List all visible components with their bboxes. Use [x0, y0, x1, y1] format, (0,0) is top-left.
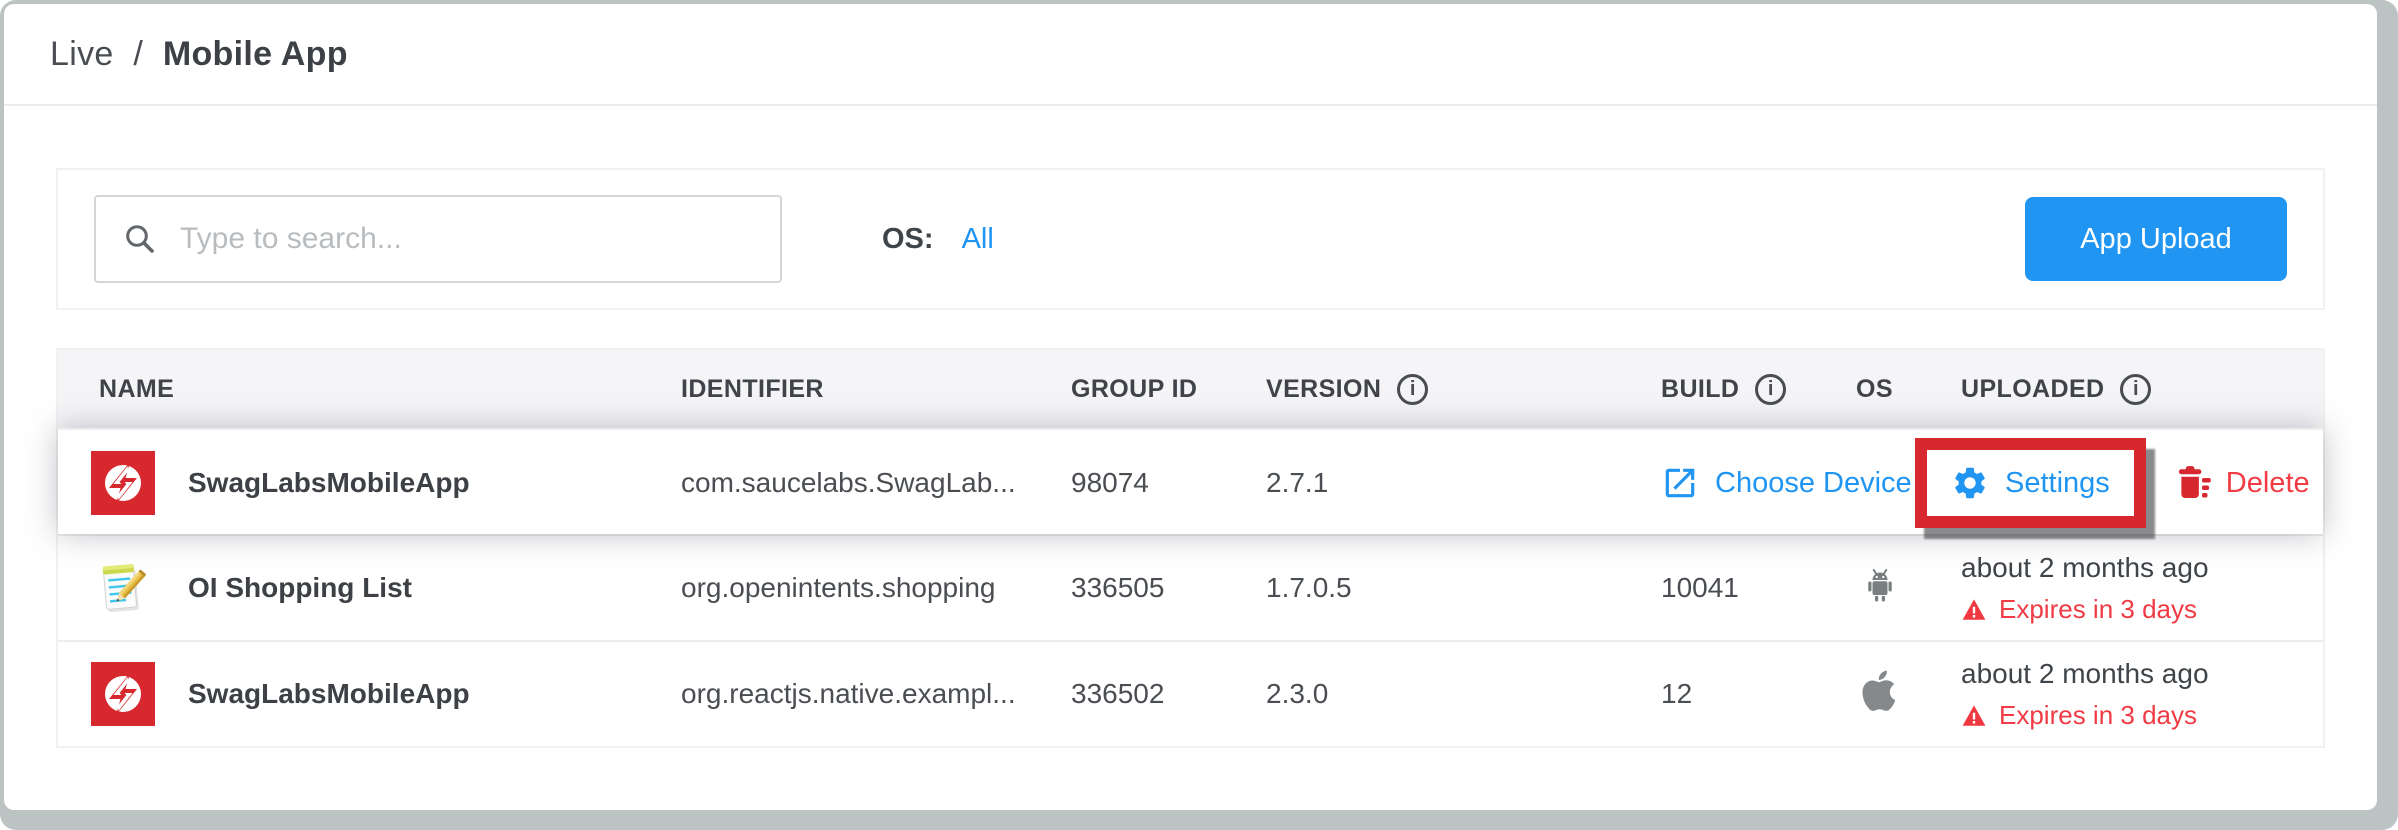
warning-icon — [1961, 703, 1987, 729]
table-row[interactable]: SwagLabsMobileApp org.reactjs.native.exa… — [58, 640, 2323, 746]
trash-icon — [2172, 463, 2212, 503]
expires-warning: Expires in 3 days — [1961, 593, 2323, 626]
toolbar: Type to search... OS: All App Upload — [56, 168, 2325, 310]
android-icon — [1860, 565, 1900, 605]
choose-device-link[interactable]: Choose Device — [1661, 464, 1933, 502]
group-id-cell: 336505 — [1071, 572, 1266, 604]
breadcrumb: Live / Mobile App — [50, 35, 348, 74]
apple-icon — [1860, 670, 1902, 712]
search-input[interactable]: Type to search... — [94, 195, 782, 283]
screenshot-frame: Live / Mobile App Type to search... — [0, 0, 2398, 830]
os-filter: OS: All — [882, 223, 994, 256]
shopping-list-app-icon — [91, 556, 155, 620]
row-actions: Choose Device Settings — [1661, 430, 2323, 536]
external-link-icon — [1661, 464, 1699, 502]
app-name: SwagLabsMobileApp — [188, 467, 470, 499]
column-header-build-label: BUILD — [1661, 375, 1739, 404]
app-name-cell: SwagLabsMobileApp — [58, 451, 681, 515]
build-cell: 10041 — [1661, 572, 1856, 604]
identifier-cell: org.openintents.shopping — [681, 572, 1071, 604]
choose-device-label: Choose Device — [1715, 467, 1912, 500]
expires-text: Expires in 3 days — [1999, 699, 2197, 732]
os-cell — [1856, 565, 1961, 612]
delete-button[interactable]: Delete — [2172, 463, 2310, 503]
version-info-icon[interactable]: i — [1397, 374, 1428, 405]
build-info-icon[interactable]: i — [1755, 374, 1786, 405]
page-header: Live / Mobile App — [4, 4, 2377, 106]
search-icon — [122, 221, 158, 257]
breadcrumb-section[interactable]: Live — [50, 35, 114, 73]
table-row[interactable]: OI Shopping List org.openintents.shoppin… — [58, 534, 2323, 640]
version-cell: 2.7.1 — [1266, 467, 1661, 499]
warning-icon — [1961, 597, 1987, 623]
page-title: Mobile App — [163, 35, 348, 73]
uploaded-date: about 2 months ago — [1961, 656, 2323, 691]
main-content: Type to search... OS: All App Upload NAM… — [4, 106, 2377, 748]
app-name-cell: OI Shopping List — [58, 556, 681, 620]
swaglabs-app-icon — [91, 451, 155, 515]
table-row[interactable]: SwagLabsMobileApp com.saucelabs.SwagLab.… — [58, 428, 2323, 534]
column-header-identifier[interactable]: IDENTIFIER — [681, 375, 1071, 404]
column-header-version[interactable]: VERSION i — [1266, 374, 1661, 405]
version-cell: 1.7.0.5 — [1266, 572, 1661, 604]
settings-button[interactable]: Settings — [1951, 464, 2110, 502]
column-header-uploaded[interactable]: UPLOADED i — [1961, 374, 2323, 405]
expires-text: Expires in 3 days — [1999, 593, 2197, 626]
identifier-cell: com.saucelabs.SwagLab... — [681, 467, 1071, 499]
group-id-cell: 336502 — [1071, 678, 1266, 710]
column-header-os[interactable]: OS — [1856, 375, 1961, 404]
swaglabs-app-icon — [91, 662, 155, 726]
column-header-version-label: VERSION — [1266, 375, 1381, 404]
settings-label: Settings — [2005, 467, 2110, 500]
delete-label: Delete — [2226, 467, 2310, 500]
version-cell: 2.3.0 — [1266, 678, 1661, 710]
build-cell: 12 — [1661, 678, 1856, 710]
column-header-uploaded-label: UPLOADED — [1961, 375, 2104, 404]
uploaded-cell: about 2 months ago Expires in 3 days — [1961, 550, 2323, 626]
group-id-cell: 98074 — [1071, 467, 1266, 499]
identifier-cell: org.reactjs.native.exampl... — [681, 678, 1071, 710]
app-upload-button[interactable]: App Upload — [2025, 197, 2287, 281]
table-header-row: NAME IDENTIFIER GROUP ID VERSION i BUILD… — [58, 350, 2323, 428]
uploaded-date: about 2 months ago — [1961, 550, 2323, 585]
app-name: OI Shopping List — [188, 572, 412, 604]
gear-icon — [1951, 464, 1989, 502]
breadcrumb-separator: / — [133, 35, 143, 73]
app-window: Live / Mobile App Type to search... — [4, 4, 2377, 810]
column-header-build[interactable]: BUILD i — [1661, 374, 1856, 405]
expires-warning: Expires in 3 days — [1961, 699, 2323, 732]
os-cell — [1856, 670, 1961, 719]
search-placeholder: Type to search... — [180, 222, 402, 256]
column-header-group-id[interactable]: GROUP ID — [1071, 375, 1266, 404]
uploaded-cell: about 2 months ago Expires in 3 days — [1961, 656, 2323, 732]
apps-table: NAME IDENTIFIER GROUP ID VERSION i BUILD… — [56, 348, 2325, 748]
app-name: SwagLabsMobileApp — [188, 678, 470, 710]
app-name-cell: SwagLabsMobileApp — [58, 662, 681, 726]
uploaded-info-icon[interactable]: i — [2120, 374, 2151, 405]
settings-highlight-annotation: Settings — [1915, 438, 2146, 528]
column-header-name[interactable]: NAME — [58, 375, 681, 404]
os-filter-value[interactable]: All — [962, 223, 994, 256]
os-filter-label: OS: — [882, 223, 934, 256]
